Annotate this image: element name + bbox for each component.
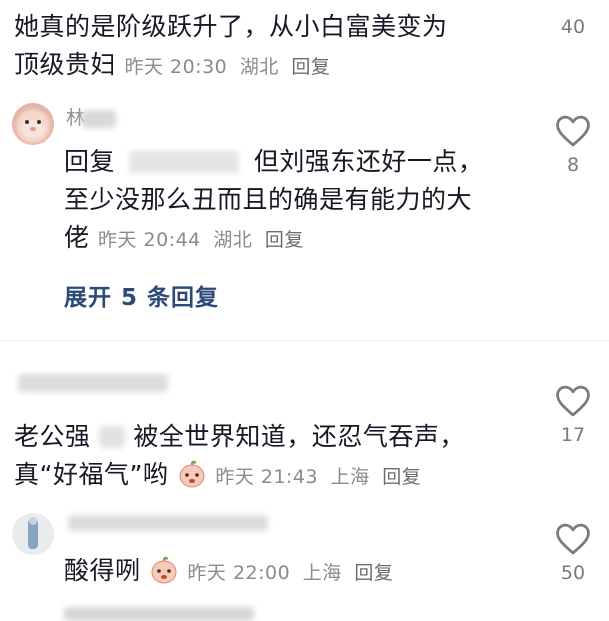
comment-2-avatar[interactable] [12, 103, 54, 145]
comment-1-meta: 昨天 20:30 湖北 回复 [124, 56, 336, 78]
comment-3-line-2-text: 真“好福气”哟 [14, 460, 169, 489]
comment-3-like[interactable]: 17 [543, 384, 603, 446]
comment-1-line-2: 顶级贵妇 昨天 20:30 湖北 回复 [14, 46, 448, 86]
comment-3-line-1b: 被全世界知道，还忍气吞声， [133, 422, 465, 451]
comment-2-like-count: 8 [566, 154, 580, 176]
comment-3-redaction-blur [98, 426, 125, 448]
comment-3-text: 老公强 被全世界知道，还忍气吞声， 真“好福气”哟 昨天 21:43 上海 回复 [14, 418, 465, 496]
comment-1-line-1: 她真的是阶级跃升了，从小白富美变为 [14, 12, 448, 41]
comment-4-text: 酸得咧 昨天 22:00 上海 回复 [64, 552, 399, 592]
comment-2-reply-target-blur [129, 151, 240, 173]
comment-2-author-blur [82, 110, 116, 128]
comment-1-reply-button[interactable]: 回复 [291, 56, 330, 78]
comment-1-time: 昨天 20:30 [124, 56, 228, 78]
comment-1-like[interactable]: 40 [543, 2, 603, 38]
comment-2-time: 昨天 20:44 [97, 229, 201, 251]
comment-2-line-1-text: 但刘强东还好一点， [253, 147, 484, 176]
comment-1-text: 她真的是阶级跃升了，从小白富美变为 顶级贵妇 昨天 20:30 湖北 回复 [14, 8, 448, 86]
hamster-face-icon [22, 120, 44, 138]
comment-4-like[interactable]: 50 [543, 522, 603, 584]
comment-2-expand-replies-button[interactable]: 展开 5 条回复 [64, 278, 219, 312]
heart-outline-icon [556, 523, 590, 555]
peach-crying-emoji-icon [179, 460, 205, 488]
comment-4-meta: 昨天 22:00 上海 回复 [187, 562, 399, 584]
comment-2-line-2: 至少没那么丑而且的确是有能力的大 [64, 185, 473, 214]
comment-3-meta: 昨天 21:43 上海 回复 [215, 466, 427, 488]
comment-4-location: 上海 [302, 562, 342, 584]
comment-4-line-text: 酸得咧 [64, 556, 141, 585]
comment-3-line-1a: 老公强 [14, 422, 91, 451]
section-divider [0, 340, 609, 341]
next-comment-partial-blur [64, 607, 254, 621]
comment-4-time: 昨天 22:00 [187, 562, 291, 584]
comment-1-location: 湖北 [239, 56, 279, 78]
comment-3-reply-button[interactable]: 回复 [382, 466, 421, 488]
comment-2-line-3-text: 佬 [64, 223, 90, 252]
comment-1-line-2-text: 顶级贵妇 [14, 50, 117, 79]
comment-2-reply-prefix: 回复 [64, 147, 116, 176]
comment-4-like-count: 50 [560, 562, 586, 584]
comment-4-avatar[interactable] [12, 513, 54, 555]
comment-3-author-blur [18, 374, 168, 392]
comment-3-line-2: 真“好福气”哟 昨天 21:43 上海 回复 [14, 456, 465, 496]
heart-outline-icon [556, 115, 590, 147]
heart-outline-icon [556, 385, 590, 417]
comment-2-location: 湖北 [213, 229, 253, 251]
comment-2-line-3: 佬 昨天 20:44 湖北 回复 [64, 219, 483, 259]
comment-4-reply-button[interactable]: 回复 [354, 562, 393, 584]
comment-3-time: 昨天 21:43 [215, 466, 319, 488]
peach-crying-emoji-icon [151, 556, 177, 584]
comment-1-like-count: 40 [560, 16, 586, 38]
comment-2-reply-button[interactable]: 回复 [265, 229, 304, 251]
comment-2-text: 回复 但刘强东还好一点， 至少没那么丑而且的确是有能力的大 佬 昨天 20:44… [64, 143, 483, 259]
comment-4-author-blur [68, 515, 268, 531]
person-figure-icon [28, 517, 38, 549]
comment-3-location: 上海 [330, 466, 370, 488]
comment-2-line-1: 回复 但刘强东还好一点， [64, 143, 483, 181]
comment-3-like-count: 17 [560, 424, 586, 446]
comment-2-meta: 昨天 20:44 湖北 回复 [98, 229, 310, 251]
comment-3-line-1: 老公强 被全世界知道，还忍气吞声， [14, 418, 465, 456]
comment-2-like[interactable]: 8 [543, 114, 603, 176]
